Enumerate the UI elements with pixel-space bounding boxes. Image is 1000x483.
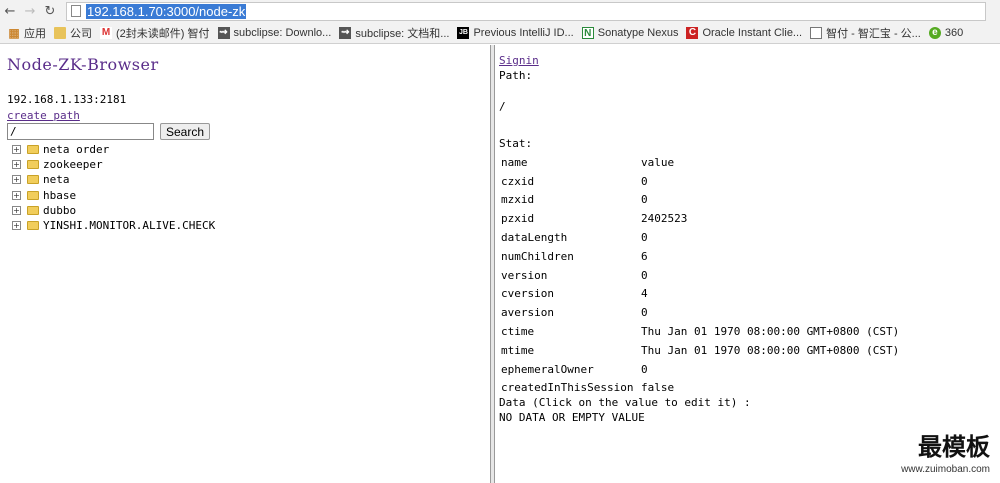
- data-value[interactable]: NO DATA OR EMPTY VALUE: [499, 411, 645, 424]
- signin-link[interactable]: Signin: [499, 54, 539, 67]
- stat-row: ctime Thu Jan 01 1970 08:00:00 GMT+0800 (…: [501, 325, 900, 339]
- expand-plus-icon[interactable]: +: [12, 221, 21, 231]
- expand-plus-icon[interactable]: +: [12, 145, 21, 155]
- stat-row: dataLength 0: [501, 231, 648, 245]
- watermark: 最模板 www.zuimoban.com: [901, 427, 990, 475]
- bookmark-nexus[interactable]: N Sonatype Nexus: [581, 26, 678, 39]
- stat-table: name value czxid 0 mzxid 0 pzxid 2402523 dat…: [501, 153, 899, 397]
- watermark-url: www.zuimoban.com: [901, 464, 990, 475]
- tree-node-label[interactable]: neta: [43, 173, 70, 186]
- search-row: Search: [7, 123, 211, 140]
- stat-label: Stat:: [499, 137, 533, 150]
- bookmark-company-folder[interactable]: 公司: [54, 25, 92, 41]
- apps-icon: ▦: [8, 25, 20, 40]
- path-search-input[interactable]: [7, 123, 154, 140]
- folder-icon: [27, 190, 39, 200]
- search-button[interactable]: Search: [160, 123, 211, 140]
- back-arrow-icon[interactable]: ←: [0, 1, 20, 21]
- tree-node[interactable]: + dubbo: [12, 203, 215, 218]
- folder-icon: [27, 205, 39, 215]
- expand-plus-icon[interactable]: +: [12, 175, 21, 185]
- svn-icon: ⇝: [217, 26, 230, 39]
- stat-row: pzxid 2402523: [501, 212, 688, 226]
- stat-row: numChildren 6: [501, 249, 648, 263]
- folder-icon: [27, 175, 39, 185]
- watermark-brand: 最模板: [918, 432, 990, 461]
- stat-row: mzxid 0: [501, 193, 648, 207]
- reload-icon[interactable]: ↻: [40, 1, 60, 21]
- page-icon: [71, 5, 81, 17]
- folder-icon: [27, 145, 39, 155]
- path-label: Path:: [499, 69, 533, 82]
- address-bar[interactable]: 192.168.1.70:3000/node-zk: [66, 1, 986, 21]
- tree-node[interactable]: + neta: [12, 172, 215, 187]
- stat-row: aversion 0: [501, 306, 648, 320]
- gmail-icon: M: [100, 26, 112, 39]
- path-value: /: [499, 100, 506, 113]
- create-path-link[interactable]: create path: [7, 109, 80, 122]
- stat-row: createdInThisSession false: [501, 381, 675, 395]
- 360-icon: e: [928, 26, 941, 39]
- tree-node-label[interactable]: dubbo: [43, 204, 76, 217]
- server-address: 192.168.1.133:2181: [7, 93, 127, 106]
- nexus-icon: N: [581, 26, 594, 39]
- browser-toolbar: ← → ↻ 192.168.1.70:3000/node-zk: [0, 0, 1000, 22]
- bookmark-subclipse-docs[interactable]: ⇝ subclipse: 文档和...: [339, 25, 449, 41]
- detail-frame: Signin Path: / Stat: name value czxid 0 mz…: [495, 45, 1000, 483]
- expand-plus-icon[interactable]: +: [12, 160, 21, 170]
- stat-row: version 0: [501, 268, 648, 282]
- bookmark-zhifu[interactable]: 智付 - 智汇宝 - 公...: [810, 25, 921, 41]
- svn-icon: ⇝: [339, 26, 352, 39]
- stat-row: cversion 4: [501, 287, 648, 301]
- folder-icon: [54, 26, 66, 39]
- expand-plus-icon[interactable]: +: [12, 190, 21, 200]
- data-label: Data (Click on the value to edit it) :: [499, 396, 751, 409]
- tree-node-label[interactable]: zookeeper: [43, 158, 103, 171]
- document-icon: [810, 26, 823, 39]
- tree-node-label[interactable]: hbase: [43, 189, 76, 202]
- bookmark-oracle[interactable]: C Oracle Instant Clie...: [686, 26, 802, 39]
- tree-node[interactable]: + YINSHI.MONITOR.ALIVE.CHECK: [12, 218, 215, 233]
- jetbrains-icon: JB: [457, 26, 470, 39]
- tree-frame: Node-ZK-Browser 192.168.1.133:2181 creat…: [0, 45, 490, 483]
- bookmark-intellij[interactable]: JB Previous IntelliJ ID...: [457, 26, 574, 39]
- tree-node-label[interactable]: YINSHI.MONITOR.ALIVE.CHECK: [43, 219, 215, 232]
- tree-node[interactable]: + zookeeper: [12, 157, 215, 172]
- url-text[interactable]: 192.168.1.70:3000/node-zk: [86, 3, 247, 19]
- page-title: Node-ZK-Browser: [7, 55, 159, 74]
- stat-row: name value: [501, 155, 675, 169]
- stat-row: mtime Thu Jan 01 1970 08:00:00 GMT+0800 (…: [501, 343, 900, 357]
- expand-plus-icon[interactable]: +: [12, 205, 21, 215]
- node-tree: + neta order + zookeeper + neta + hbase …: [12, 142, 215, 233]
- bookmark-apps[interactable]: ▦ 应用: [8, 25, 46, 41]
- folder-icon: [27, 160, 39, 170]
- tree-node-label[interactable]: neta order: [43, 143, 109, 156]
- bookmarks-bar: ▦ 应用 公司 M (2封未读邮件) 智付 ⇝ subclipse: Downl…: [0, 22, 1000, 44]
- bookmark-360[interactable]: e 360: [928, 26, 963, 39]
- forward-arrow-icon[interactable]: →: [20, 1, 40, 21]
- bookmark-subclipse-download[interactable]: ⇝ subclipse: Downlo...: [217, 26, 331, 39]
- oracle-icon: C: [686, 26, 699, 39]
- stat-row: czxid 0: [501, 174, 648, 188]
- tree-node[interactable]: + hbase: [12, 188, 215, 203]
- tree-node[interactable]: + neta order: [12, 142, 215, 157]
- stat-row: ephemeralOwner 0: [501, 362, 648, 376]
- bookmark-gmail[interactable]: M (2封未读邮件) 智付: [100, 25, 210, 41]
- folder-icon: [27, 221, 39, 231]
